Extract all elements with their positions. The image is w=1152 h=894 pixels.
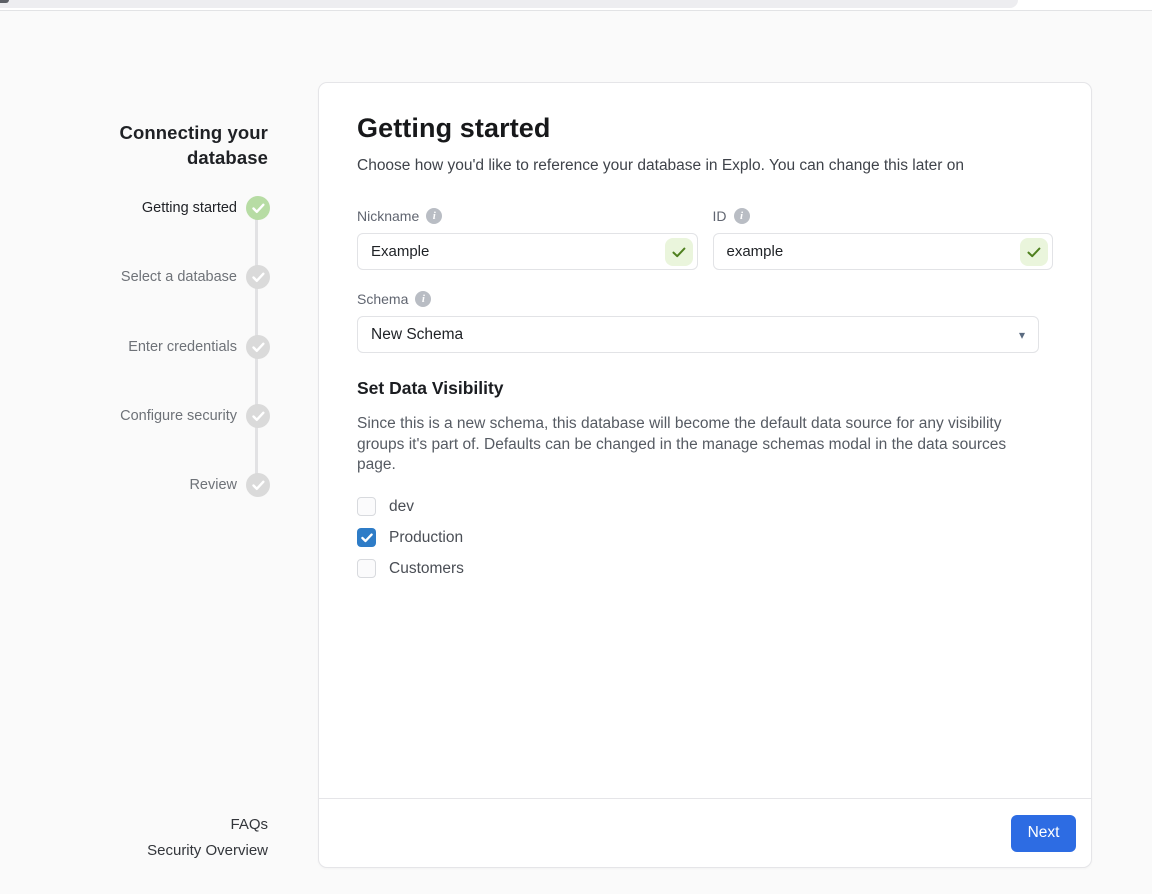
security-overview-link[interactable]: Security Overview	[88, 838, 268, 864]
data-visibility-heading: Set Data Visibility	[357, 378, 1053, 399]
check-icon	[246, 404, 270, 428]
card-footer: Next	[319, 798, 1091, 867]
valid-check-icon	[1020, 238, 1048, 266]
checkbox-label: dev	[389, 498, 414, 516]
stepper-item-select-database[interactable]: Select a database	[0, 265, 270, 289]
getting-started-card: Getting started Choose how you'd like to…	[318, 82, 1092, 868]
schema-select[interactable]: New Schema ▾	[357, 316, 1039, 353]
visibility-group-customers[interactable]: Customers	[357, 559, 1053, 579]
nickname-field[interactable]	[357, 233, 698, 270]
checkbox-label: Production	[389, 529, 463, 547]
check-icon	[246, 196, 270, 220]
valid-check-icon	[665, 238, 693, 266]
schema-select-value: New Schema	[371, 326, 463, 344]
page-title: Getting started	[357, 113, 1053, 144]
step-label: Configure security	[120, 408, 237, 424]
window-titlebar-fragment	[0, 0, 1018, 8]
window-top-edge	[0, 0, 1152, 11]
page-subtitle: Choose how you'd like to reference your …	[357, 157, 1053, 175]
visibility-group-dev[interactable]: dev	[357, 497, 1053, 517]
step-label: Select a database	[121, 269, 237, 285]
step-label: Getting started	[142, 200, 237, 216]
stepper-item-enter-credentials[interactable]: Enter credentials	[0, 335, 270, 359]
schema-label: Schema	[357, 291, 408, 307]
check-icon	[246, 265, 270, 289]
data-visibility-description: Since this is a new schema, this databas…	[357, 414, 1049, 476]
faqs-link[interactable]: FAQs	[88, 812, 268, 838]
next-button[interactable]: Next	[1011, 815, 1076, 852]
visibility-group-production[interactable]: Production	[357, 528, 1053, 548]
check-icon	[246, 473, 270, 497]
check-icon	[246, 335, 270, 359]
checkbox-label: Customers	[389, 560, 464, 578]
checkbox-unchecked[interactable]	[357, 497, 376, 516]
sidebar-footer-links: FAQs Security Overview	[88, 812, 268, 864]
checkbox-unchecked[interactable]	[357, 559, 376, 578]
id-field[interactable]	[713, 233, 1054, 270]
checkbox-checked[interactable]	[357, 528, 376, 547]
stepper-item-review[interactable]: Review	[0, 473, 270, 497]
visibility-group-list: dev Production Customers	[357, 497, 1053, 579]
chevron-down-icon: ▾	[1019, 328, 1025, 342]
stepper-item-getting-started[interactable]: Getting started	[0, 196, 270, 220]
step-label: Review	[189, 477, 237, 493]
stepper-item-configure-security[interactable]: Configure security	[0, 404, 270, 428]
wizard-title: Connecting your database	[88, 120, 268, 170]
info-icon[interactable]: i	[734, 208, 750, 224]
nickname-label: Nickname	[357, 208, 419, 224]
id-label: ID	[713, 208, 727, 224]
info-icon[interactable]: i	[426, 208, 442, 224]
step-label: Enter credentials	[128, 339, 237, 355]
info-icon[interactable]: i	[415, 291, 431, 307]
